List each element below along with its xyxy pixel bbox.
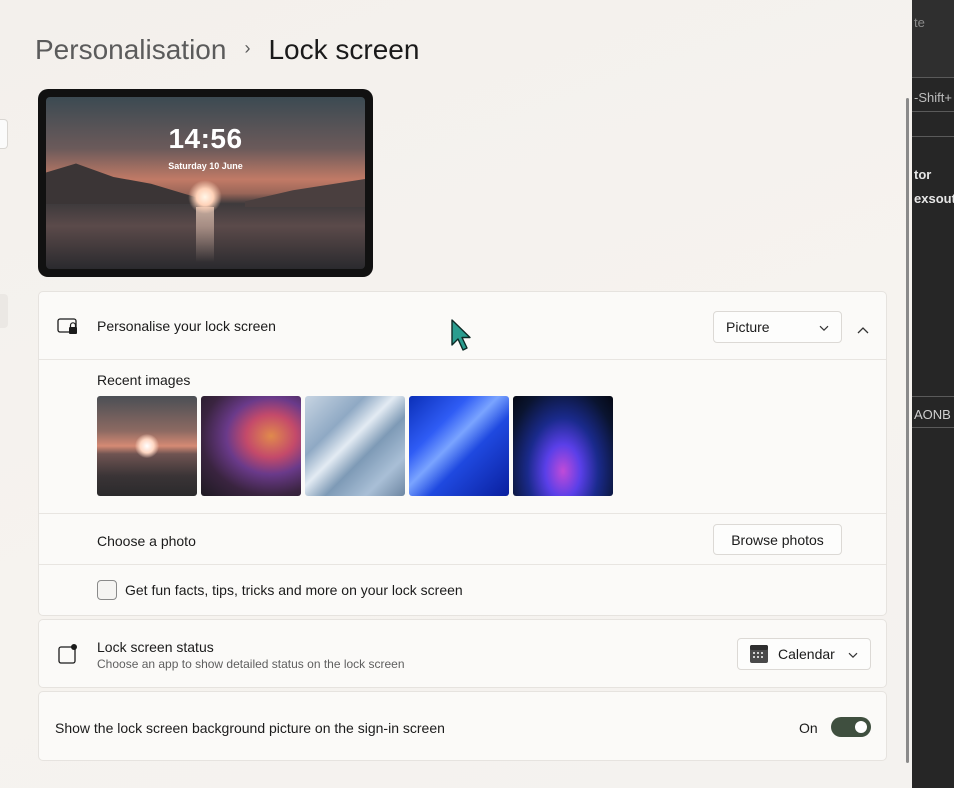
background-text-4: exsout [914, 191, 954, 206]
settings-pane: Personalisation › Lock screen 14:56 Satu… [0, 0, 912, 788]
fun-facts-checkbox[interactable] [97, 580, 117, 600]
background-text-3: tor [914, 167, 932, 182]
collapse-chevron-up-icon[interactable] [857, 321, 869, 339]
signin-background-label: Show the lock screen background picture … [55, 720, 445, 736]
personalise-label: Personalise your lock screen [97, 318, 276, 334]
preview-time: 14:56 [168, 123, 243, 154]
preview-screen: 14:56 Saturday 10 June [46, 97, 365, 269]
toggle-state-label: On [799, 720, 818, 736]
background-window: te -Shift+ tor exsout AONB F [912, 0, 954, 788]
recent-images-list [97, 396, 613, 496]
toggle-knob [855, 721, 867, 733]
lock-screen-type-value: Picture [726, 319, 770, 335]
preview-date: Saturday 10 June [168, 161, 243, 171]
chevron-down-icon [819, 318, 829, 334]
lock-screen-type-dropdown[interactable]: Picture [713, 311, 842, 343]
nav-search-edge[interactable] [0, 119, 8, 149]
lock-screen-status-value: Calendar [778, 646, 835, 662]
recent-image-1[interactable] [97, 396, 197, 496]
lock-screen-status-description: Choose an app to show detailed status on… [97, 657, 405, 671]
lock-screen-status-dropdown[interactable]: Calendar [737, 638, 871, 670]
status-app-icon [58, 644, 78, 669]
recent-image-5[interactable] [513, 396, 613, 496]
breadcrumb-separator: › [244, 37, 251, 58]
page-title: Lock screen [268, 34, 420, 65]
nav-selected-item-edge[interactable] [0, 294, 8, 328]
recent-image-2[interactable] [201, 396, 301, 496]
background-text-5: AONB F [914, 407, 954, 422]
lock-screen-status-card: Lock screen status Choose an app to show… [38, 619, 887, 688]
settings-scrollbar[interactable] [906, 98, 909, 763]
recent-images-label: Recent images [97, 372, 191, 388]
choose-photo-label: Choose a photo [97, 533, 196, 549]
recent-image-4[interactable] [409, 396, 509, 496]
background-text-2: -Shift+ [914, 90, 952, 105]
signin-background-card: Show the lock screen background picture … [38, 691, 887, 761]
lock-screen-icon [57, 318, 79, 341]
chevron-down-icon [848, 645, 858, 661]
recent-image-3[interactable] [305, 396, 405, 496]
background-text-1: te [914, 15, 925, 30]
calendar-app-icon [750, 645, 768, 666]
lock-screen-preview: 14:56 Saturday 10 June [38, 89, 373, 277]
fun-facts-label: Get fun facts, tips, tricks and more on … [125, 582, 463, 598]
signin-background-toggle[interactable] [831, 717, 871, 737]
browse-photos-button[interactable]: Browse photos [713, 524, 842, 555]
breadcrumb-parent[interactable]: Personalisation [35, 34, 226, 66]
breadcrumb: Personalisation › Lock screen [35, 34, 419, 66]
mouse-cursor-icon [451, 319, 473, 356]
lock-screen-status-label: Lock screen status [97, 639, 214, 655]
